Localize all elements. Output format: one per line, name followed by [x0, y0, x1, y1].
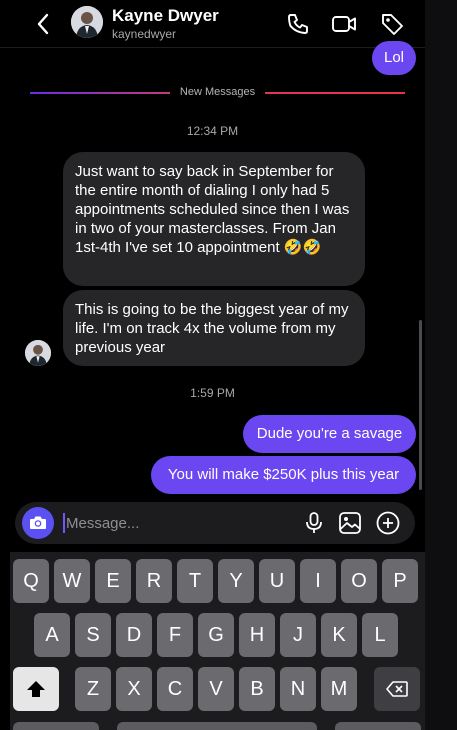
key-z[interactable]: Z — [75, 667, 111, 711]
key-x[interactable]: X — [116, 667, 152, 711]
plus-icon — [376, 511, 400, 535]
voice-message-button[interactable] — [301, 510, 327, 536]
sender-avatar[interactable] — [25, 340, 51, 366]
divider-line-right — [265, 92, 405, 94]
key-p[interactable]: P — [382, 559, 418, 603]
voice-call-button[interactable] — [284, 10, 312, 38]
incoming-message[interactable]: Just want to say back in September for t… — [63, 152, 365, 286]
key-d[interactable]: D — [116, 613, 152, 657]
scrollbar[interactable] — [419, 320, 422, 490]
timestamp: 12:34 PM — [186, 124, 239, 138]
shift-icon — [27, 681, 45, 697]
video-call-button[interactable] — [330, 10, 358, 38]
key-v[interactable]: V — [198, 667, 234, 711]
key-r[interactable]: R — [136, 559, 172, 603]
key-f[interactable]: F — [157, 613, 193, 657]
message-composer — [15, 502, 415, 544]
key-o[interactable]: O — [341, 559, 377, 603]
key-m[interactable]: M — [321, 667, 357, 711]
key-s[interactable]: S — [75, 613, 111, 657]
outgoing-message[interactable]: You will make $250K plus this year — [151, 456, 416, 494]
phone-icon — [288, 14, 308, 34]
key-j[interactable]: J — [280, 613, 316, 657]
key-c[interactable]: C — [157, 667, 193, 711]
return-key[interactable] — [335, 722, 421, 730]
camera-icon — [30, 516, 46, 529]
chat-header: Kayne Dwyer kaynedwyer — [0, 0, 425, 48]
key-i[interactable]: I — [300, 559, 336, 603]
outgoing-message-lol[interactable]: Lol — [372, 41, 416, 75]
key-g[interactable]: G — [198, 613, 234, 657]
contact-avatar[interactable] — [71, 6, 103, 38]
key-e[interactable]: E — [95, 559, 131, 603]
key-y[interactable]: Y — [218, 559, 254, 603]
backspace-icon — [386, 681, 408, 697]
key-l[interactable]: L — [362, 613, 398, 657]
avatar-photo — [71, 6, 103, 38]
contact-handle[interactable]: kaynedwyer — [112, 27, 176, 41]
timestamp: 1:59 PM — [190, 386, 235, 400]
side-panel-edge — [425, 0, 457, 730]
key-h[interactable]: H — [239, 613, 275, 657]
chat-screen: Kayne Dwyer kaynedwyer Lol New Messages … — [0, 0, 425, 730]
shift-key[interactable] — [13, 667, 59, 711]
gallery-icon — [339, 512, 361, 534]
contact-name[interactable]: Kayne Dwyer — [112, 6, 219, 26]
key-q[interactable]: Q — [13, 559, 49, 603]
key-a[interactable]: A — [34, 613, 70, 657]
new-messages-divider: New Messages — [30, 86, 405, 100]
key-k[interactable]: K — [321, 613, 357, 657]
key-b[interactable]: B — [239, 667, 275, 711]
key-t[interactable]: T — [177, 559, 213, 603]
text-cursor — [63, 513, 65, 533]
camera-button[interactable] — [22, 507, 54, 539]
key-n[interactable]: N — [280, 667, 316, 711]
tag-icon — [382, 14, 403, 35]
incoming-message[interactable]: This is going to be the biggest year of … — [63, 290, 365, 366]
chevron-left-icon — [37, 13, 49, 35]
space-key[interactable] — [117, 722, 317, 730]
message-input[interactable] — [66, 510, 286, 536]
back-button[interactable] — [32, 10, 56, 38]
key-w[interactable]: W — [54, 559, 90, 603]
gallery-button[interactable] — [337, 510, 363, 536]
delete-key[interactable] — [374, 667, 420, 711]
microphone-icon — [306, 512, 322, 533]
tag-button[interactable] — [378, 10, 406, 38]
outgoing-message[interactable]: Dude you're a savage — [243, 415, 416, 453]
key-u[interactable]: U — [259, 559, 295, 603]
more-options-button[interactable] — [375, 510, 401, 536]
avatar-photo — [25, 340, 51, 366]
numbers-key[interactable] — [13, 722, 99, 730]
video-camera-icon — [332, 16, 356, 32]
on-screen-keyboard: Q W E R T Y U I O P A S D F G H J K L Z … — [10, 552, 425, 730]
